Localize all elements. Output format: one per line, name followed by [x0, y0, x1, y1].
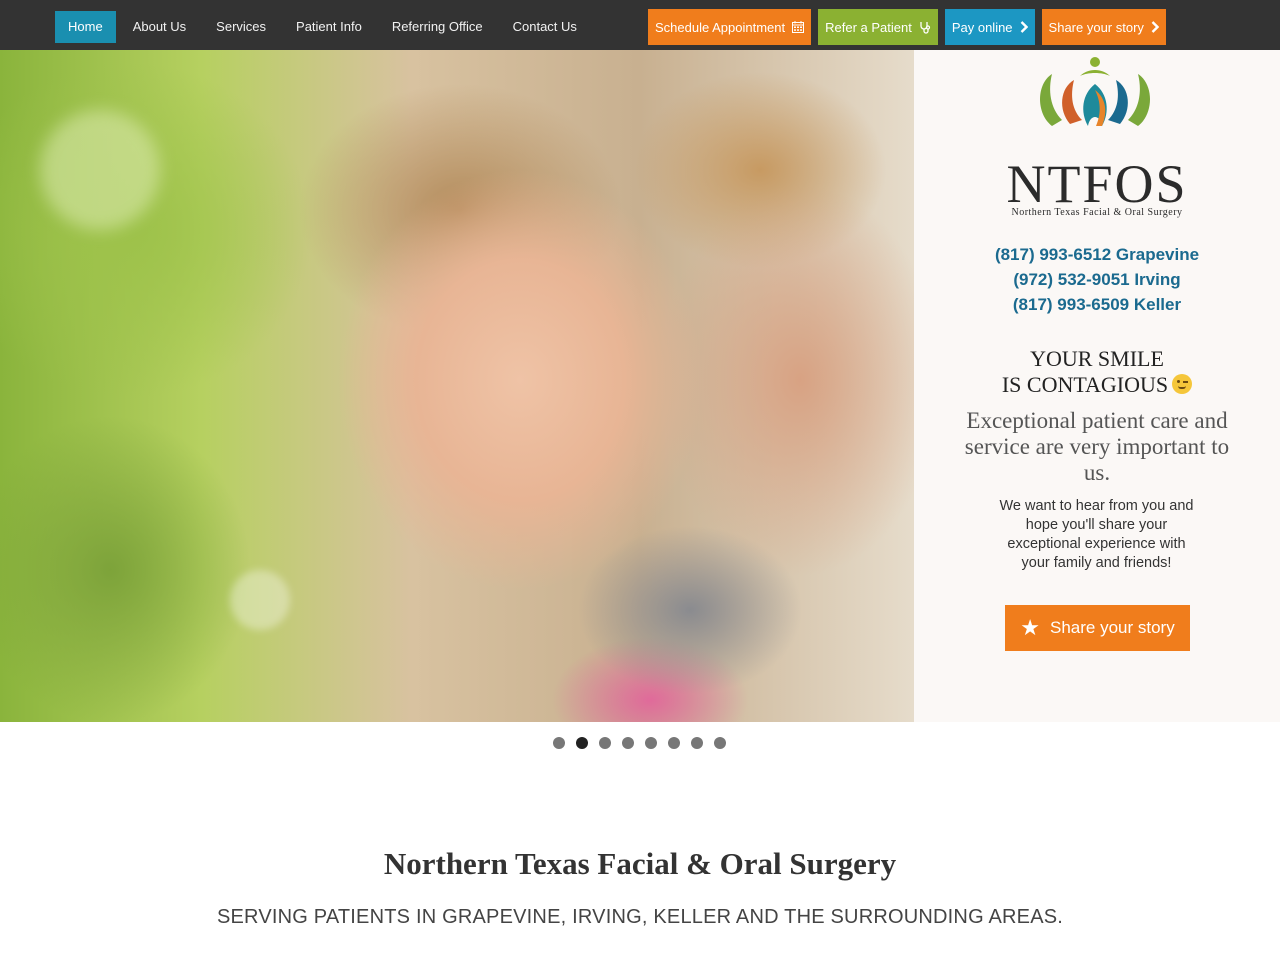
slider-dots — [553, 737, 737, 749]
page-title: Northern Texas Facial & Oral Surgery — [383, 846, 897, 881]
hero-slider: NTFOS Northern Texas Facial & Oral Surge… — [0, 50, 1280, 722]
hear-from-you-text: We want to hear from you and hope you'll… — [999, 498, 1194, 571]
smile-heading: YOUR SMILE IS CONTAGIOUS — [914, 346, 1280, 398]
slider-dot-active[interactable] — [576, 737, 588, 749]
chevron-right-icon — [1020, 21, 1028, 33]
nav-about-us[interactable]: About Us — [118, 11, 201, 43]
nav-home[interactable]: Home — [55, 11, 116, 43]
slider-dot[interactable] — [622, 737, 634, 749]
phone-irving[interactable]: (972) 532-9051 Irving — [914, 267, 1280, 292]
share-story-nav-button[interactable]: Share your story — [1041, 9, 1166, 45]
main-nav: Home About Us Services Patient Info Refe… — [55, 11, 592, 43]
nav-services[interactable]: Services — [201, 11, 281, 43]
nav-contact-us[interactable]: Contact Us — [498, 11, 592, 43]
page-subtitle: SERVING PATIENTS IN GRAPEVINE, IRVING, K… — [216, 906, 1064, 928]
schedule-appointment-label: Schedule Appointment — [655, 19, 786, 35]
slider-dot[interactable] — [714, 737, 726, 749]
brand-tagline: Northern Texas Facial & Oral Surgery — [1011, 207, 1183, 218]
share-story-button[interactable]: ★ Share your story — [1005, 605, 1190, 651]
wink-emoji-icon — [1172, 374, 1193, 394]
hero-photo — [0, 50, 914, 722]
bokeh-highlight — [40, 110, 160, 230]
top-navigation-bar: Home About Us Services Patient Info Refe… — [0, 0, 1280, 50]
phone-keller[interactable]: (817) 993-6509 Keller — [914, 292, 1280, 317]
brand-wordmark: NTFOS — [1006, 154, 1188, 214]
phone-grapevine[interactable]: (817) 993-6512 Grapevine — [914, 242, 1280, 267]
slider-dot[interactable] — [645, 737, 657, 749]
ntfos-logo-icon — [1040, 57, 1150, 126]
pay-online-button[interactable]: Pay online — [944, 9, 1035, 45]
slider-dot[interactable] — [668, 737, 680, 749]
stethoscope-icon — [919, 21, 931, 34]
refer-patient-button[interactable]: Refer a Patient — [818, 9, 938, 45]
refer-patient-label: Refer a Patient — [825, 19, 912, 35]
smile-line-1: YOUR SMILE — [1030, 346, 1164, 371]
smile-line-2: IS CONTAGIOUS — [1001, 372, 1169, 397]
share-story-nav-label: Share your story — [1048, 19, 1144, 35]
share-story-label: Share your story — [1050, 618, 1175, 637]
calendar-icon — [792, 21, 805, 33]
slider-dot[interactable] — [691, 737, 703, 749]
bokeh-highlight — [230, 570, 290, 630]
schedule-appointment-button[interactable]: Schedule Appointment — [648, 9, 812, 45]
star-icon: ★ — [1020, 615, 1040, 640]
nav-patient-info[interactable]: Patient Info — [281, 11, 377, 43]
chevron-right-icon — [1151, 21, 1159, 33]
slider-dot[interactable] — [599, 737, 611, 749]
phone-list: (817) 993-6512 Grapevine (972) 532-9051 … — [914, 242, 1280, 317]
nav-referring-office[interactable]: Referring Office — [377, 11, 498, 43]
slider-dot[interactable] — [553, 737, 565, 749]
care-statement: Exceptional patient care and service are… — [964, 408, 1230, 485]
pay-online-label: Pay online — [951, 19, 1013, 35]
cta-group: Schedule Appointment Refer a Patient Pay… — [648, 9, 1173, 45]
